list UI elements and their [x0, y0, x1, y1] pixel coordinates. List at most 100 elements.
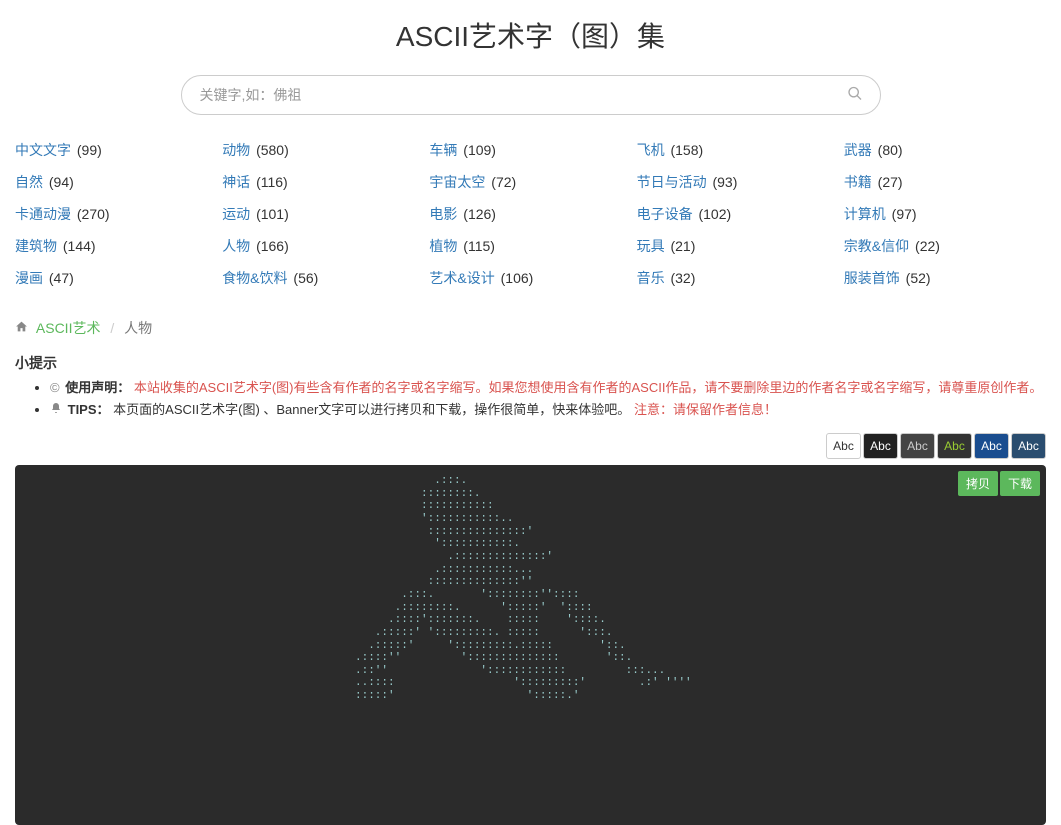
theme-button-grey[interactable]: Abc [900, 433, 935, 459]
category-link[interactable]: 音乐 [637, 270, 665, 286]
category-item: 食物&饮料 (56) [222, 268, 424, 288]
tip-item-2: TIPS： 本页面的ASCII艺术字(图) 、Banner文字可以进行拷贝和下载… [50, 399, 1046, 421]
tip1-label: 使用声明： [65, 380, 130, 395]
category-link[interactable]: 武器 [844, 142, 872, 158]
category-item: 漫画 (47) [15, 268, 217, 288]
art-actions: 拷贝 下载 [958, 471, 1040, 496]
theme-button-blue[interactable]: Abc [974, 433, 1009, 459]
tip2-label: TIPS： [68, 402, 110, 417]
category-count: (102) [695, 206, 732, 222]
category-count: (97) [888, 206, 917, 222]
category-link[interactable]: 动物 [222, 142, 250, 158]
category-link[interactable]: 建筑物 [15, 238, 57, 254]
category-item: 植物 (115) [429, 236, 631, 256]
page-title: ASCII艺术字（图）集 [15, 15, 1046, 55]
theme-button-green[interactable]: Abc [937, 433, 972, 459]
theme-button-dark[interactable]: Abc [863, 433, 898, 459]
category-link[interactable]: 宗教&信仰 [844, 238, 909, 254]
tip1-text: 本站收集的ASCII艺术字(图)有些含有作者的名字或名字缩写。如果您想使用含有作… [134, 380, 1043, 395]
category-link[interactable]: 电子设备 [637, 206, 693, 222]
category-count: (116) [252, 174, 288, 190]
category-count: (166) [252, 238, 289, 254]
search-input[interactable] [181, 75, 881, 115]
category-item: 武器 (80) [844, 140, 1046, 160]
category-link[interactable]: 植物 [429, 238, 457, 254]
category-item: 音乐 (32) [637, 268, 839, 288]
category-link[interactable]: 自然 [15, 174, 43, 190]
category-link[interactable]: 玩具 [637, 238, 665, 254]
category-count: (158) [667, 142, 704, 158]
category-count: (21) [667, 238, 696, 254]
category-item: 动物 (580) [222, 140, 424, 160]
category-item: 自然 (94) [15, 172, 217, 192]
home-icon [15, 320, 32, 336]
category-count: (47) [45, 270, 74, 286]
category-item: 书籍 (27) [844, 172, 1046, 192]
search-box [181, 75, 881, 115]
category-item: 玩具 (21) [637, 236, 839, 256]
category-link[interactable]: 食物&饮料 [222, 270, 287, 286]
category-link[interactable]: 神话 [222, 174, 250, 190]
category-item: 节日与活动 (93) [637, 172, 839, 192]
category-count: (115) [459, 238, 495, 254]
category-item: 艺术&设计 (106) [429, 268, 631, 288]
category-link[interactable]: 服装首饰 [844, 270, 900, 286]
category-count: (52) [902, 270, 931, 286]
download-button[interactable]: 下载 [1000, 471, 1040, 496]
category-link[interactable]: 飞机 [637, 142, 665, 158]
category-link[interactable]: 卡通动漫 [15, 206, 71, 222]
tip-item-1: © 使用声明： 本站收集的ASCII艺术字(图)有些含有作者的名字或名字缩写。如… [50, 377, 1046, 399]
category-count: (56) [290, 270, 319, 286]
category-item: 建筑物 (144) [15, 236, 217, 256]
category-link[interactable]: 艺术&设计 [429, 270, 494, 286]
category-count: (94) [45, 174, 74, 190]
categories-grid: 中文文字 (99)动物 (580)车辆 (109)飞机 (158)武器 (80)… [15, 140, 1046, 288]
category-count: (32) [667, 270, 696, 286]
tips-list: © 使用声明： 本站收集的ASCII艺术字(图)有些含有作者的名字或名字缩写。如… [15, 377, 1046, 421]
category-item: 中文文字 (99) [15, 140, 217, 160]
category-link[interactable]: 漫画 [15, 270, 43, 286]
category-link[interactable]: 计算机 [844, 206, 886, 222]
breadcrumb-home-link[interactable]: ASCII艺术 [36, 320, 101, 336]
category-item: 服装首饰 (52) [844, 268, 1046, 288]
category-count: (101) [252, 206, 289, 222]
category-count: (580) [252, 142, 289, 158]
tips-header: 小提示 [15, 353, 1046, 373]
category-item: 运动 (101) [222, 204, 424, 224]
category-link[interactable]: 宇宙太空 [429, 174, 485, 190]
bell-icon [50, 402, 66, 417]
breadcrumb-separator: / [110, 320, 114, 336]
category-link[interactable]: 运动 [222, 206, 250, 222]
category-count: (270) [73, 206, 110, 222]
category-item: 宗教&信仰 (22) [844, 236, 1046, 256]
category-link[interactable]: 车辆 [429, 142, 457, 158]
search-wrap [15, 75, 1046, 115]
category-link[interactable]: 中文文字 [15, 142, 71, 158]
copy-button[interactable]: 拷贝 [958, 471, 998, 496]
breadcrumb: ASCII艺术 / 人物 [15, 313, 1046, 353]
category-count: (106) [497, 270, 534, 286]
breadcrumb-current: 人物 [124, 320, 152, 336]
category-count: (93) [709, 174, 738, 190]
category-link[interactable]: 书籍 [844, 174, 872, 190]
theme-row: Abc Abc Abc Abc Abc Abc [15, 433, 1046, 459]
category-count: (126) [459, 206, 496, 222]
ascii-art-content: .:::. ::::::::. ::::::::::: ':::::::::::… [15, 475, 1046, 703]
category-count: (22) [911, 238, 940, 254]
category-item: 电影 (126) [429, 204, 631, 224]
ascii-art-box: 拷贝 下载 .:::. ::::::::. ::::::::::: ':::::… [15, 465, 1046, 825]
category-link[interactable]: 电影 [429, 206, 457, 222]
category-item: 人物 (166) [222, 236, 424, 256]
category-item: 宇宙太空 (72) [429, 172, 631, 192]
category-item: 电子设备 (102) [637, 204, 839, 224]
category-count: (27) [874, 174, 903, 190]
category-count: (99) [73, 142, 102, 158]
category-count: (72) [487, 174, 516, 190]
tip2-text: 本页面的ASCII艺术字(图) 、Banner文字可以进行拷贝和下载，操作很简单… [113, 402, 630, 417]
category-link[interactable]: 节日与活动 [637, 174, 707, 190]
theme-button-light[interactable]: Abc [826, 433, 861, 459]
category-count: (80) [874, 142, 903, 158]
category-item: 车辆 (109) [429, 140, 631, 160]
category-link[interactable]: 人物 [222, 238, 250, 254]
theme-button-navy[interactable]: Abc [1011, 433, 1046, 459]
